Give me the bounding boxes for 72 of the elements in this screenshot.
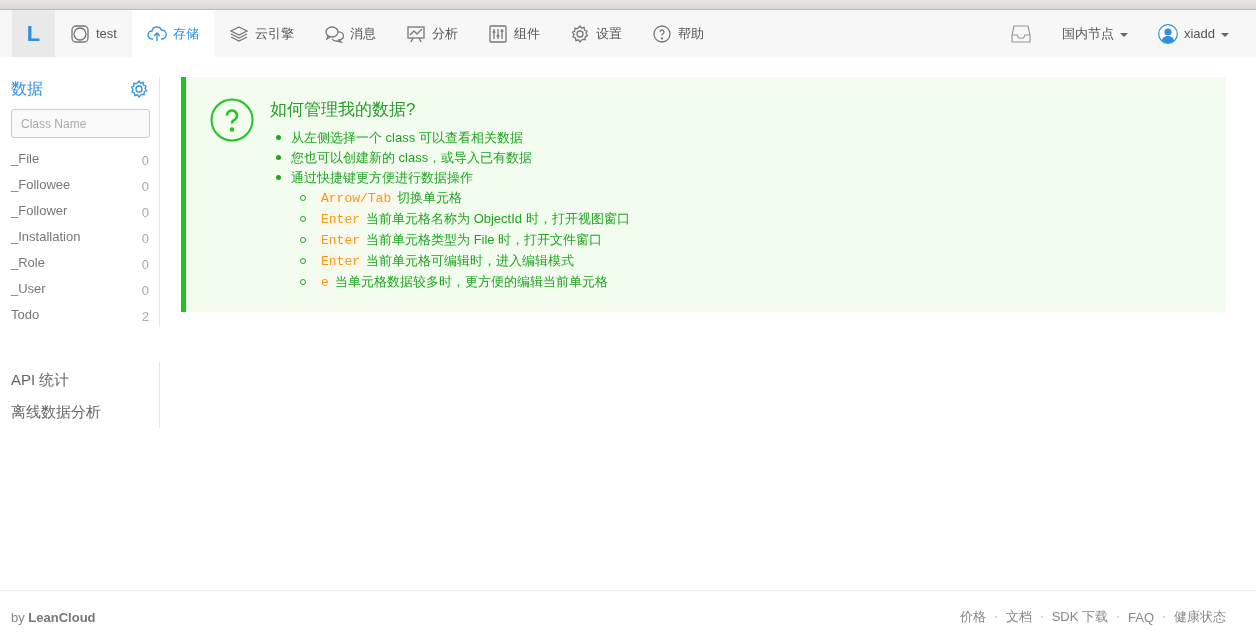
settings-icon[interactable] (129, 79, 149, 99)
class-list-item[interactable]: _Installation 0 (11, 223, 149, 249)
caret-icon (1221, 32, 1229, 37)
nav-tab[interactable]: 设置 (554, 10, 637, 57)
class-name: _File (11, 150, 40, 166)
class-name-search-field[interactable]: Class Name (11, 109, 150, 138)
class-name: _User (11, 280, 46, 296)
bullet-icon (276, 155, 281, 161)
logo[interactable]: L (12, 10, 55, 57)
class-list-item[interactable]: _File 0 (11, 145, 149, 171)
nav-tab[interactable]: 帮助 (636, 10, 719, 57)
footer-link[interactable]: 价格 (959, 608, 986, 626)
shortcut-key: Enter (318, 254, 363, 269)
help-text: 通过快捷键更方便进行数据操作 (291, 170, 473, 185)
help-text: 当前单元格名称为 ObjectId 时，打开视图窗口 (366, 211, 630, 226)
shortcut-key: Enter (318, 233, 363, 248)
app-icon (70, 23, 90, 44)
class-name: _Follower (11, 202, 68, 218)
sliders-icon (487, 23, 508, 44)
footer-credit: by LeanCloud (11, 609, 96, 625)
class-name: _Followee (11, 176, 71, 192)
nav-tab[interactable]: 分析 (390, 10, 473, 57)
shortcut-key: e (318, 275, 332, 290)
class-list-item[interactable]: _User 0 (11, 275, 149, 301)
footer-link[interactable]: FAQ (1128, 609, 1154, 625)
help-text: 当前单元格类型为 File 时，打开文件窗口 (366, 232, 603, 247)
row-count: 0 (141, 203, 149, 220)
inbox-icon[interactable] (1009, 23, 1032, 44)
class-list-item[interactable]: Todo 2 (11, 301, 149, 327)
row-count: 0 (141, 151, 149, 168)
user-menu[interactable]: xiadd (1142, 10, 1244, 57)
class-name: _Installation (11, 228, 81, 244)
bullet-icon (276, 175, 281, 181)
class-name: _Role (11, 254, 45, 270)
sidebar-link[interactable]: 离线数据分析 (11, 396, 149, 428)
class-list-item[interactable]: _Followee 0 (11, 171, 149, 197)
row-count: 0 (141, 177, 149, 194)
footer-link[interactable]: 健康状态 (1174, 608, 1226, 626)
region-dropdown[interactable]: 国内节点 (1046, 10, 1143, 57)
caret-icon (1119, 32, 1128, 37)
help-icon (651, 23, 672, 44)
shortcut-key: Enter (318, 212, 363, 227)
bullet-icon (276, 135, 281, 141)
nav-tab[interactable]: 云引擎 (213, 10, 309, 57)
row-count: 0 (141, 255, 149, 272)
nav-tab[interactable]: test (55, 10, 132, 57)
cloud-upload-icon (146, 23, 167, 44)
shortcut-key: Arrow/Tab (318, 191, 395, 206)
row-count: 0 (141, 281, 149, 298)
settings-icon (569, 23, 590, 44)
footer-link[interactable]: SDK 下载 (1051, 608, 1108, 626)
footer-link[interactable]: 文档 (1005, 608, 1032, 626)
class-name: Todo (11, 306, 40, 322)
nav-tab[interactable]: 存储 (131, 10, 214, 57)
chart-board-icon (405, 23, 426, 44)
section-title: 数据 (11, 78, 43, 99)
nav-tab[interactable]: 组件 (472, 10, 555, 57)
help-text: 当前单元格可编辑时，进入编辑模式 (366, 253, 574, 268)
help-text: 您也可以创建新的 class，或导入已有数据 (291, 150, 533, 165)
help-title: 如何管理我的数据? (270, 99, 417, 121)
class-list-item[interactable]: _Follower 0 (11, 197, 149, 223)
help-icon (210, 98, 254, 142)
class-list-item[interactable]: _Role 0 (11, 249, 149, 275)
avatar-icon (1157, 23, 1178, 44)
help-text: 从左侧选择一个 class 可以查看相关数据 (291, 130, 523, 145)
sidebar-link[interactable]: API 统计 (11, 364, 149, 396)
row-count: 2 (141, 307, 149, 324)
chat-icon (323, 23, 344, 44)
help-text: 当单元格数据较多时，更方便的编辑当前单元格 (334, 274, 608, 289)
help-text: 切换单元格 (397, 190, 463, 205)
nav-tab[interactable]: 消息 (308, 10, 391, 57)
row-count: 0 (141, 229, 149, 246)
